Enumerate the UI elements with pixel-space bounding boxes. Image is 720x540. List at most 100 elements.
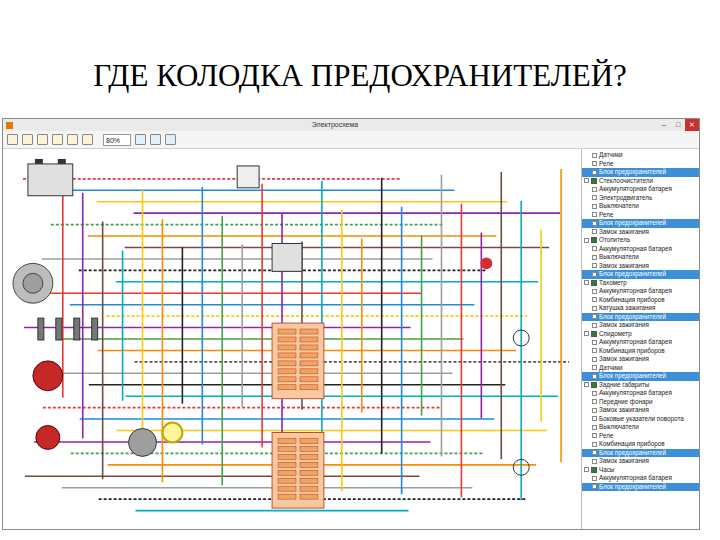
tree-row[interactable]: Реле [582,432,699,441]
expander-box[interactable] [592,450,597,455]
tree-row[interactable]: Замок зажигания [582,355,699,364]
expander-box[interactable] [592,357,597,362]
expander-box[interactable] [592,246,597,251]
expander-box[interactable] [592,484,597,489]
expander-box[interactable] [584,238,589,243]
zoom-field[interactable]: 80% [103,134,131,146]
tree-row[interactable]: Замок зажигания [582,228,699,237]
expander-box[interactable] [592,348,597,353]
tree-row[interactable]: Замок зажигания [582,406,699,415]
tree-row[interactable]: Катушка зажигания [582,304,699,313]
tree-row[interactable]: Аккумуляторная батарея [582,389,699,398]
expander-box[interactable] [592,289,597,294]
tree-row[interactable]: Спидометр [582,330,699,339]
tree-row[interactable]: Блок предохранителей [582,168,699,177]
toolbar-tool-icon[interactable] [22,134,33,145]
tree-row[interactable]: Блок предохранителей [582,313,699,322]
expander-box[interactable] [592,263,597,268]
tree-checkbox[interactable] [591,178,597,184]
expander-box[interactable] [592,161,597,166]
tree-row[interactable]: Комбинация приборов [582,440,699,449]
toolbar-view-icon[interactable] [135,134,146,145]
expander-box[interactable] [584,467,589,472]
window-control-button[interactable]: □ [671,119,685,131]
tree-checkbox[interactable] [591,331,597,337]
tree-row[interactable]: Блок предохранителей [582,372,699,381]
expander-box[interactable] [592,374,597,379]
expander-box[interactable] [592,306,597,311]
tree-checkbox[interactable] [591,280,597,286]
expander-box[interactable] [592,212,597,217]
expander-box[interactable] [584,178,589,183]
tree-row[interactable]: Выключатели [582,202,699,211]
tree-checkbox[interactable] [591,237,597,243]
toolbar-tool-icon[interactable] [52,134,63,145]
tree-row[interactable]: Задние габариты [582,381,699,390]
expander-box[interactable] [592,229,597,234]
toolbar-tool-icon[interactable] [37,134,48,145]
expander-box[interactable] [592,314,597,319]
expander-box[interactable] [592,442,597,447]
toolbar-view-icon[interactable] [165,134,176,145]
expander-box[interactable] [592,365,597,370]
toolbar-view-icon[interactable] [150,134,161,145]
expander-box[interactable] [592,433,597,438]
expander-box[interactable] [592,187,597,192]
expander-box[interactable] [592,459,597,464]
expander-box[interactable] [592,170,597,175]
tree-row[interactable]: Выключатели [582,423,699,432]
tree-row[interactable]: Датчики [582,364,699,373]
tree-row[interactable]: Замок зажигания [582,262,699,271]
tree-row[interactable]: Отопитель [582,236,699,245]
tree-row[interactable]: Блок предохранителей [582,270,699,279]
toolbar-tool-icon[interactable] [82,134,93,145]
tree-row[interactable]: Аккумуляторная батарея [582,338,699,347]
tree-row[interactable]: Аккумуляторная батарея [582,474,699,483]
tree-row[interactable]: Электродвигатель [582,194,699,203]
window-control-button[interactable]: – [657,119,671,131]
tree-checkbox[interactable] [591,382,597,388]
expander-box[interactable] [592,297,597,302]
tree-row[interactable]: Аккумуляторная батарея [582,245,699,254]
expander-box[interactable] [592,255,597,260]
expander-box[interactable] [592,323,597,328]
tree-row[interactable]: Реле [582,211,699,220]
window-control-button[interactable]: ✕ [685,119,699,131]
tree-row[interactable]: Часы [582,466,699,475]
tree-row[interactable]: Реле [582,160,699,169]
tree-row[interactable]: Боковые указатели поворота [582,415,699,424]
expander-box[interactable] [592,425,597,430]
expander-box[interactable] [584,280,589,285]
tree-row[interactable]: Тахометр [582,279,699,288]
expander-box[interactable] [592,272,597,277]
expander-box[interactable] [592,340,597,345]
tree-row[interactable]: Выключатели [582,253,699,262]
toolbar-tool-icon[interactable] [7,134,18,145]
expander-box[interactable] [592,391,597,396]
expander-box[interactable] [584,331,589,336]
expander-box[interactable] [592,204,597,209]
tree-row[interactable]: Передние фонари [582,398,699,407]
expander-box[interactable] [592,221,597,226]
expander-box[interactable] [584,382,589,387]
tree-row[interactable]: Стеклоочистители [582,177,699,186]
tree-row[interactable]: Замок зажигания [582,457,699,466]
expander-box[interactable] [592,195,597,200]
tree-row[interactable]: Датчики [582,151,699,160]
expander-box[interactable] [592,416,597,421]
tree-row[interactable]: Комбинация приборов [582,296,699,305]
expander-box[interactable] [592,476,597,481]
tree-row[interactable]: Блок предохранителей [582,449,699,458]
tree-row[interactable]: Аккумуляторная батарея [582,287,699,296]
expander-box[interactable] [592,153,597,158]
tree-row[interactable]: Блок предохранителей [582,483,699,492]
expander-box[interactable] [592,399,597,404]
tree-row[interactable]: Блок предохранителей [582,219,699,228]
expander-box[interactable] [592,408,597,413]
tree-checkbox[interactable] [591,467,597,473]
tree-row[interactable]: Комбинация приборов [582,347,699,356]
tree-row[interactable]: Аккумуляторная батарея [582,185,699,194]
tree-row[interactable]: Замок зажигания [582,321,699,330]
wiring-diagram[interactable] [3,149,581,529]
toolbar-tool-icon[interactable] [67,134,78,145]
